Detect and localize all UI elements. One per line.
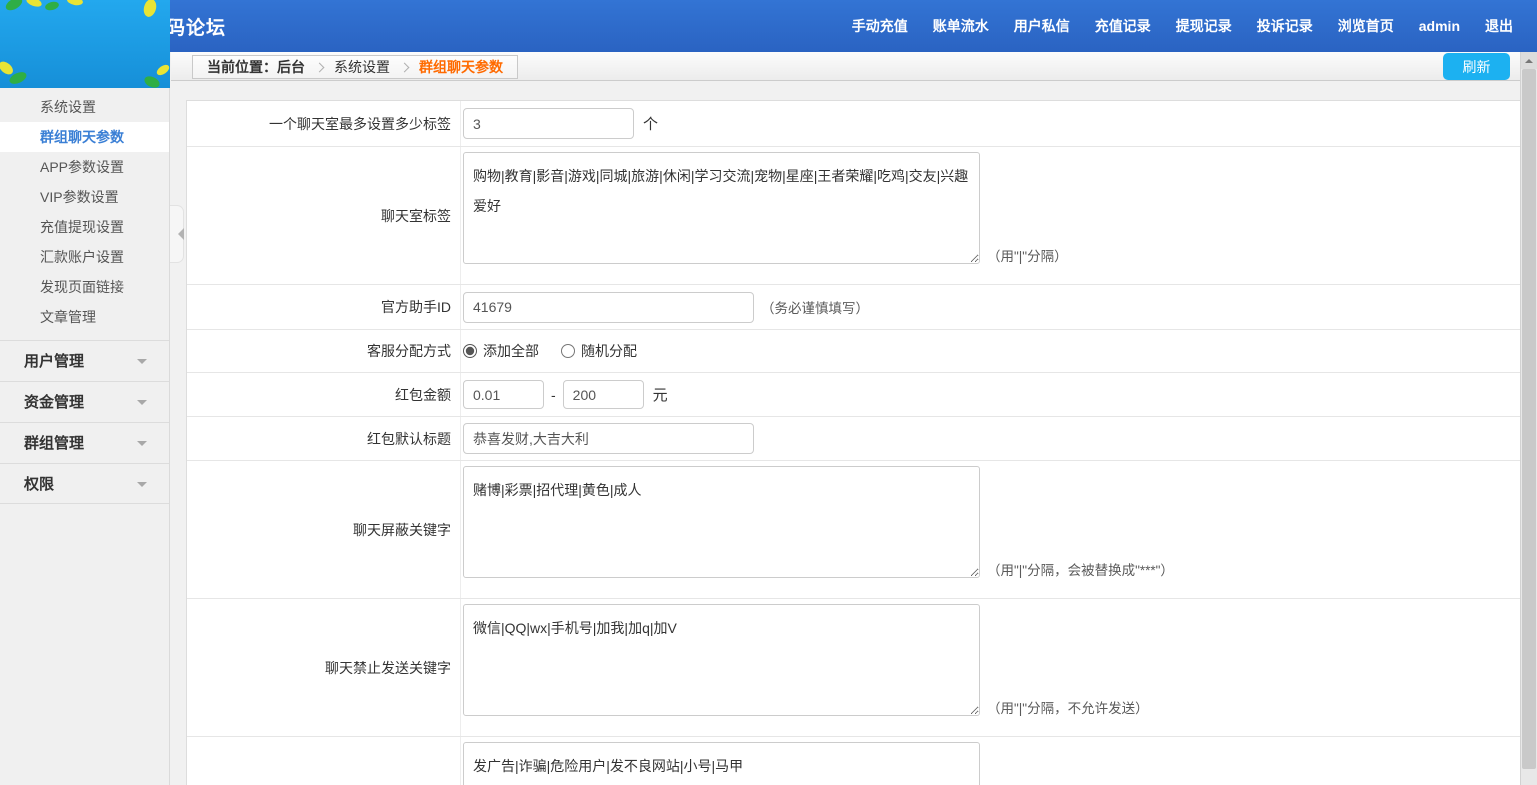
max-tags-input[interactable] <box>463 108 634 139</box>
forbidden-keywords-textarea[interactable]: 微信|QQ|wx|手机号|加我|加q|加V <box>463 604 980 716</box>
section-label: 群组管理 <box>24 435 84 452</box>
breadcrumb-separator-icon <box>315 62 325 72</box>
unit-suffix: 元 <box>653 384 668 405</box>
blocked-keywords-textarea[interactable]: 赌博|彩票|招代理|黄色|成人 <box>463 466 980 578</box>
chevron-down-icon <box>137 400 147 410</box>
sidebar: 系统设置 群组聊天参数 APP参数设置 VIP参数设置 充值提现设置 汇款账户设… <box>0 0 170 785</box>
field-label: 红包默认标题 <box>187 417 461 460</box>
form-row-max-tags: 一个聊天室最多设置多少标签 个 <box>187 101 1521 147</box>
vertical-scrollbar[interactable] <box>1520 52 1537 785</box>
form-row-chatroom-tags: 聊天室标签 购物|教育|影音|游戏|同城|旅游|休闲|学习交流|宠物|星座|王者… <box>187 147 1521 285</box>
sidebar-item-article-mgmt[interactable]: 文章管理 <box>0 302 169 332</box>
chevron-down-icon <box>137 359 147 369</box>
nav-logout[interactable]: 退出 <box>1485 16 1513 36</box>
chevron-left-icon <box>172 228 184 240</box>
field-label: 客服分配方式 <box>187 330 461 372</box>
sidebar-item-recharge-withdraw[interactable]: 充值提现设置 <box>0 212 169 242</box>
nav-user-messages[interactable]: 用户私信 <box>1014 16 1070 36</box>
sidebar-section-group-mgmt[interactable]: 群组管理 <box>0 422 169 463</box>
top-navigation: 手动充值 账单流水 用户私信 充值记录 提现记录 投诉记录 浏览首页 admin… <box>852 0 1513 52</box>
sidebar-item-system-settings[interactable]: 系统设置 <box>0 92 169 122</box>
field-label <box>187 737 461 785</box>
radio-option-add-all[interactable]: 添加全部 <box>463 341 539 361</box>
redpacket-min-input[interactable] <box>463 380 544 409</box>
range-dash: - <box>551 387 556 403</box>
unit-suffix: 个 <box>643 113 658 134</box>
service-assignment-radio-group: 添加全部 随机分配 <box>463 341 637 361</box>
nav-manual-recharge[interactable]: 手动充值 <box>852 16 908 36</box>
scrollbar-up-button[interactable] <box>1521 52 1537 69</box>
field-hint: （务必谨慎填写） <box>761 297 869 317</box>
sidebar-collapse-handle[interactable] <box>170 205 184 263</box>
form-row-official-assistant-id: 官方助手ID （务必谨慎填写） <box>187 285 1521 330</box>
radio-add-all[interactable] <box>463 344 477 358</box>
radio-label: 随机分配 <box>581 341 637 361</box>
sidebar-item-group-chat-params[interactable]: 群组聊天参数 <box>0 122 169 152</box>
breadcrumb-location-prefix: 当前位置：后台 <box>207 57 305 77</box>
sidebar-section-user-mgmt[interactable]: 用户管理 <box>0 340 169 381</box>
form-row-redpacket-title: 红包默认标题 <box>187 417 1521 461</box>
redpacket-title-input[interactable] <box>463 423 754 454</box>
field-hint: （用"|"分隔，不允许发送） <box>987 697 1149 730</box>
form-row-redpacket-amount: 红包金额 - 元 <box>187 373 1521 417</box>
chevron-down-icon <box>137 482 147 492</box>
breadcrumb-item-system-settings[interactable]: 系统设置 <box>334 57 390 77</box>
field-label: 聊天室标签 <box>187 147 461 284</box>
radio-label: 添加全部 <box>483 341 539 361</box>
chatroom-tags-textarea[interactable]: 购物|教育|影音|游戏|同城|旅游|休闲|学习交流|宠物|星座|王者荣耀|吃鸡|… <box>463 152 980 264</box>
radio-random[interactable] <box>561 344 575 358</box>
breadcrumb: 当前位置：后台 系统设置 群组聊天参数 <box>192 55 518 79</box>
nav-bill-flow[interactable]: 账单流水 <box>933 16 989 36</box>
site-title: 码论坛 <box>166 13 226 40</box>
report-reasons-textarea[interactable]: 发广告|诈骗|危险用户|发不良网站|小号|马甲 <box>463 742 980 785</box>
arrow-up-icon <box>1525 55 1533 63</box>
redpacket-max-input[interactable] <box>563 380 644 409</box>
section-label: 资金管理 <box>24 394 84 411</box>
radio-option-random[interactable]: 随机分配 <box>561 341 637 361</box>
sidebar-section-permissions[interactable]: 权限 <box>0 463 169 504</box>
form-row-report-reasons: 发广告|诈骗|危险用户|发不良网站|小号|马甲 <box>187 737 1521 785</box>
nav-withdraw-records[interactable]: 提现记录 <box>1176 16 1232 36</box>
scrollbar-thumb[interactable] <box>1522 69 1536 769</box>
nav-complaint-records[interactable]: 投诉记录 <box>1257 16 1313 36</box>
sidebar-item-discover-links[interactable]: 发现页面链接 <box>0 272 169 302</box>
settings-form: 一个聊天室最多设置多少标签 个 聊天室标签 购物|教育|影音|游戏|同城|旅游|… <box>186 100 1522 785</box>
nav-recharge-records[interactable]: 充值记录 <box>1095 16 1151 36</box>
breadcrumb-separator-icon <box>400 62 410 72</box>
top-header-bar: 码论坛 手动充值 账单流水 用户私信 充值记录 提现记录 投诉记录 浏览首页 a… <box>0 0 1537 52</box>
logo-image <box>0 0 170 88</box>
form-row-forbidden-keywords: 聊天禁止发送关键字 微信|QQ|wx|手机号|加我|加q|加V （用"|"分隔，… <box>187 599 1521 737</box>
field-label: 一个聊天室最多设置多少标签 <box>187 101 461 146</box>
field-label: 聊天禁止发送关键字 <box>187 599 461 736</box>
field-label: 聊天屏蔽关键字 <box>187 461 461 598</box>
breadcrumb-bar: 当前位置：后台 系统设置 群组聊天参数 刷新 <box>171 52 1520 81</box>
sidebar-item-app-params[interactable]: APP参数设置 <box>0 152 169 182</box>
chevron-down-icon <box>137 441 147 451</box>
section-label: 用户管理 <box>24 353 84 370</box>
field-hint: （用"|"分隔，会被替换成"***"） <box>987 559 1174 592</box>
field-label: 红包金额 <box>187 373 461 416</box>
sidebar-menu: 系统设置 群组聊天参数 APP参数设置 VIP参数设置 充值提现设置 汇款账户设… <box>0 88 169 504</box>
field-hint: （用"|"分隔） <box>987 245 1068 278</box>
field-label: 官方助手ID <box>187 285 461 329</box>
nav-browse-home[interactable]: 浏览首页 <box>1338 16 1394 36</box>
official-assistant-id-input[interactable] <box>463 292 754 323</box>
sidebar-item-vip-params[interactable]: VIP参数设置 <box>0 182 169 212</box>
refresh-button[interactable]: 刷新 <box>1443 53 1510 80</box>
form-row-blocked-keywords: 聊天屏蔽关键字 赌博|彩票|招代理|黄色|成人 （用"|"分隔，会被替换成"**… <box>187 461 1521 599</box>
nav-admin-user[interactable]: admin <box>1419 18 1460 34</box>
section-label: 权限 <box>24 476 54 493</box>
menu-spacer <box>0 332 169 340</box>
breadcrumb-item-current: 群组聊天参数 <box>419 57 503 77</box>
form-row-service-assignment: 客服分配方式 添加全部 随机分配 <box>187 330 1521 373</box>
sidebar-item-remit-account[interactable]: 汇款账户设置 <box>0 242 169 272</box>
sidebar-section-funds-mgmt[interactable]: 资金管理 <box>0 381 169 422</box>
